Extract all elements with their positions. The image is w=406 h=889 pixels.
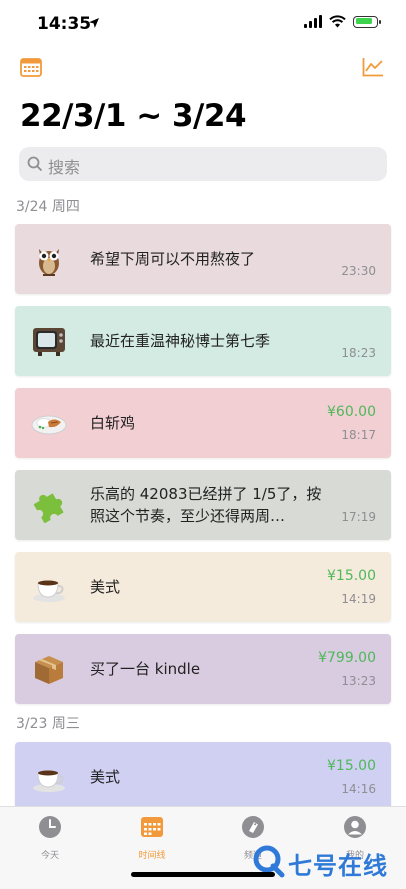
tab-label: 今天: [40, 851, 59, 861]
status-bar: 14:35: [0, 0, 406, 48]
home-indicator: [131, 872, 275, 877]
cellular-signal-icon: [304, 15, 322, 28]
timeline-entry[interactable]: 买了一台 kindle ¥799.00 13:23: [15, 634, 391, 704]
timeline-entry[interactable]: 美式 ¥15.00 14:16: [15, 742, 391, 812]
coffee-icon: [33, 770, 65, 792]
status-time: 14:35: [37, 14, 92, 34]
puzzle-piece-icon: [33, 493, 64, 523]
location-arrow-icon: [89, 18, 99, 28]
entry-time: 18:23: [341, 346, 376, 360]
entry-text: 希望下周可以不用熬夜了: [90, 250, 256, 268]
section-header: 3/23 周三: [16, 716, 80, 732]
owl-icon: [39, 249, 59, 276]
calendar-icon[interactable]: [20, 57, 42, 77]
tab-today[interactable]: 今天: [20, 815, 80, 861]
calendar-icon: [141, 817, 163, 837]
entry-amount: ¥799.00: [318, 650, 376, 666]
section-header: 3/24 周四: [16, 199, 80, 215]
package-icon: [35, 656, 63, 684]
entry-time: 18:17: [341, 428, 376, 442]
television-icon: [33, 328, 65, 356]
entry-text: 美式: [90, 578, 121, 596]
entry-time: 23:30: [341, 264, 376, 278]
page-title: 22/3/1 ~ 3/24: [20, 98, 247, 134]
clock-icon: [39, 816, 61, 838]
entry-time: 14:19: [341, 592, 376, 606]
timeline-entry[interactable]: 最近在重温神秘博士第七季 18:23: [15, 306, 391, 376]
entry-text: 买了一台 kindle: [90, 660, 201, 678]
entry-text: 美式: [90, 768, 121, 786]
entry-text: 乐高的 42083已经拼了 1/5了，按照这个节奏，至少还得两周…: [90, 485, 322, 525]
entry-time: 13:23: [341, 674, 376, 688]
watermark-text: 七号在线: [288, 852, 388, 880]
entry-time: 14:16: [341, 782, 376, 796]
entry-amount: ¥60.00: [327, 404, 376, 420]
tab-label: 时间线: [138, 851, 166, 861]
timeline-entry[interactable]: 白斩鸡 ¥60.00 18:17: [15, 388, 391, 458]
coffee-icon: [33, 580, 65, 602]
search-input[interactable]: 搜索: [19, 147, 387, 181]
line-chart-icon[interactable]: [362, 57, 384, 77]
entry-text: 最近在重温神秘博士第七季: [90, 332, 271, 350]
battery-icon: [353, 15, 381, 28]
search-icon: [27, 156, 43, 172]
timeline-entry[interactable]: 希望下周可以不用熬夜了 23:30: [15, 224, 391, 294]
wifi-icon: [329, 15, 346, 28]
tag-icon: [242, 816, 264, 838]
search-placeholder: 搜索: [48, 158, 81, 177]
tab-timeline[interactable]: 时间线: [122, 815, 182, 861]
timeline-entry[interactable]: 美式 ¥15.00 14:19: [15, 552, 391, 622]
entry-text: 白斩鸡: [90, 414, 136, 432]
entry-amount: ¥15.00: [327, 758, 376, 774]
person-icon: [344, 816, 366, 838]
entry-time: 17:19: [341, 510, 376, 524]
chicken-rice-icon: [31, 415, 67, 435]
timeline-entry[interactable]: 乐高的 42083已经拼了 1/5了，按照这个节奏，至少还得两周… 17:19: [15, 470, 391, 540]
entry-amount: ¥15.00: [327, 568, 376, 584]
